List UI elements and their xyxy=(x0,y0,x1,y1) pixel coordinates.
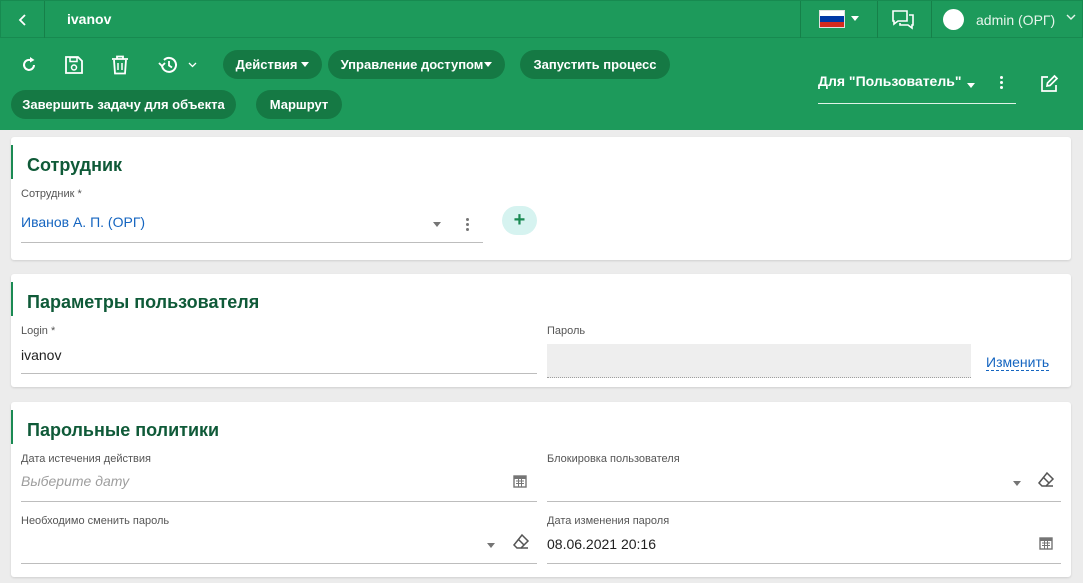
section-title: Парольные политики xyxy=(27,420,220,440)
actions-button[interactable]: Действия xyxy=(223,50,322,79)
chat-icon[interactable] xyxy=(891,9,915,36)
chevron-down-icon xyxy=(188,62,197,68)
caret-down-icon xyxy=(433,222,441,227)
more-vert-icon[interactable] xyxy=(1000,76,1003,91)
user-params-card: Параметры пользователя Login * ivanov Па… xyxy=(11,274,1071,387)
caret-down-icon xyxy=(301,62,310,67)
add-employee-button[interactable]: + xyxy=(502,206,537,235)
plus-icon: + xyxy=(513,209,526,231)
must-change-label: Необходимо сменить пароль xyxy=(21,515,170,527)
employee-card: Сотрудник Сотрудник * Иванов А. П. (ОРГ)… xyxy=(11,137,1071,260)
refresh-icon[interactable] xyxy=(18,54,40,76)
finish-task-button-label: Завершить задачу для объекта xyxy=(22,97,225,112)
chevron-left-icon xyxy=(18,13,26,26)
page-title: ivanov xyxy=(67,11,112,27)
avatar xyxy=(943,9,964,30)
save-icon[interactable] xyxy=(63,54,85,76)
calendar-icon[interactable] xyxy=(1039,536,1053,550)
history-menu[interactable] xyxy=(157,54,203,76)
start-process-button-label: Запустить процесс xyxy=(533,57,657,72)
employee-select-value: Иванов А. П. (ОРГ) xyxy=(21,214,146,230)
login-input-value: ivanov xyxy=(21,347,62,363)
trash-icon[interactable] xyxy=(109,54,131,76)
password-changed-label: Дата изменения пароля xyxy=(547,515,670,527)
finish-task-button[interactable]: Завершить задачу для объекта xyxy=(11,90,236,119)
password-policies-card: Парольные политики Дата истечения действ… xyxy=(11,402,1071,577)
caret-down-icon xyxy=(851,16,859,21)
view-select-value: Для "Пользователь" xyxy=(818,73,962,89)
view-select[interactable]: Для "Пользователь" xyxy=(818,62,1016,104)
user-name: admin (ОРГ) xyxy=(976,12,1056,28)
actions-button-label: Действия xyxy=(235,57,298,72)
caret-down-icon xyxy=(967,83,975,88)
section-title: Параметры пользователя xyxy=(27,292,260,312)
caret-down-icon xyxy=(487,543,495,548)
calendar-icon[interactable] xyxy=(513,474,527,488)
password-changed-value: 08.06.2021 20:16 xyxy=(547,536,656,552)
back-button[interactable] xyxy=(1,1,45,38)
top-bar: ivanov admin (ОРГ) xyxy=(0,0,1083,38)
user-block-label: Блокировка пользователя xyxy=(547,453,680,465)
employee-field-label: Сотрудник * xyxy=(21,188,82,200)
section-title: Сотрудник xyxy=(27,155,123,175)
chevron-down-icon xyxy=(1066,14,1076,20)
expiry-date-label: Дата истечения действия xyxy=(21,453,151,465)
eraser-icon[interactable] xyxy=(512,533,530,551)
russia-flag-icon xyxy=(819,10,845,28)
route-button[interactable]: Маршрут xyxy=(256,90,342,119)
access-control-button[interactable]: Управление доступом xyxy=(328,50,505,79)
caret-down-icon xyxy=(484,62,493,67)
eraser-icon[interactable] xyxy=(1037,471,1055,489)
access-control-button-label: Управление доступом xyxy=(340,57,484,72)
edit-icon[interactable] xyxy=(1038,73,1060,95)
history-icon xyxy=(158,56,177,73)
caret-down-icon xyxy=(1013,481,1021,486)
start-process-button[interactable]: Запустить процесс xyxy=(520,50,670,79)
route-button-label: Маршрут xyxy=(269,97,329,112)
toolbar: Действия Управление доступом Запустить п… xyxy=(0,38,1083,130)
change-password-link[interactable]: Изменить xyxy=(986,354,1050,371)
login-field-label: Login * xyxy=(21,325,56,337)
password-field-label: Пароль xyxy=(547,325,586,337)
expiry-date-placeholder: Выберите дату xyxy=(21,473,130,489)
password-field xyxy=(547,344,971,378)
more-vert-icon[interactable] xyxy=(466,218,469,233)
